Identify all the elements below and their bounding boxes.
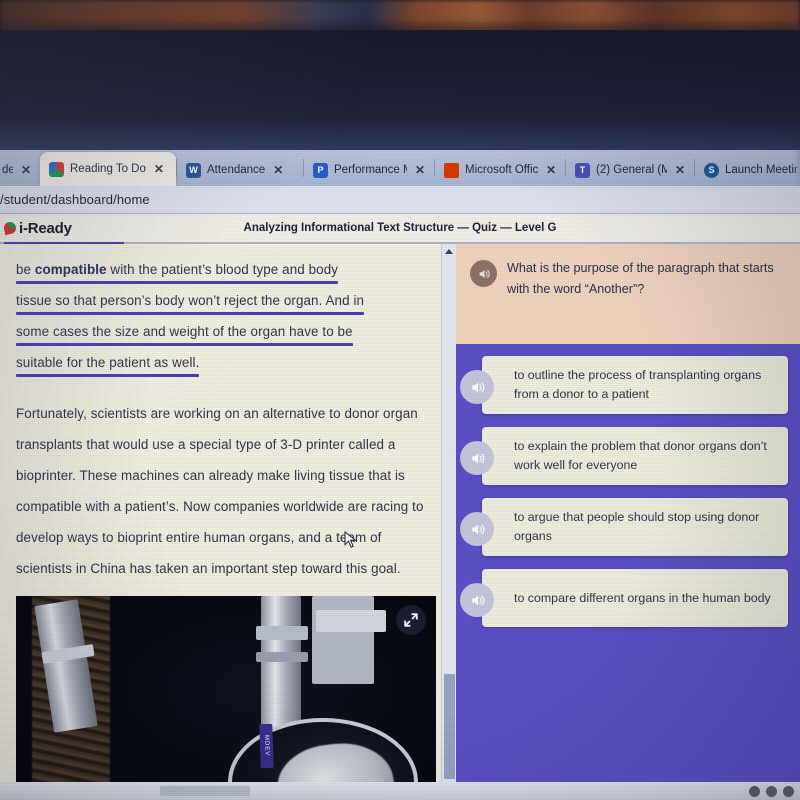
- printer-gantry-bracket: [316, 610, 386, 632]
- word-icon: W: [186, 162, 201, 178]
- expand-icon[interactable]: [396, 605, 426, 635]
- tab-label: Microsoft Offic: [465, 164, 538, 176]
- scroll-up-arrow-icon[interactable]: [445, 249, 453, 254]
- browser-tab-launch-meeting[interactable]: S Launch Meetin: [695, 154, 800, 186]
- answer-option-4[interactable]: to compare different organs in the human…: [460, 569, 788, 627]
- browser-window: de ✕ Reading To Do ✕ W Attendance ✕ P Pe…: [0, 150, 800, 792]
- bioprinter-figure[interactable]: MDEV: [16, 596, 436, 792]
- printer-brand-label: MDEV: [259, 723, 274, 769]
- printer-collar-right-lower: [256, 652, 308, 662]
- globe-icon: S: [704, 162, 719, 178]
- taskbar-icon-1[interactable]: [749, 785, 760, 797]
- quiz-pane: What is the purpose of the paragraph tha…: [456, 244, 800, 792]
- tab-close-icon[interactable]: ✕: [19, 163, 33, 177]
- question-text: What is the purpose of the paragraph tha…: [507, 261, 774, 296]
- taskbar-search[interactable]: [160, 786, 250, 796]
- tab-close-icon[interactable]: ✕: [152, 162, 166, 176]
- scrollbar-thumb[interactable]: [444, 674, 455, 779]
- mouse-cursor: [344, 530, 358, 549]
- speaker-icon[interactable]: [460, 370, 494, 404]
- quiz-title: Analyzing Informational Text Structure —…: [243, 222, 557, 234]
- browser-tab-microsoft-office[interactable]: Microsoft Offic ✕: [435, 154, 565, 186]
- answer-option-2[interactable]: to explain the problem that donor organs…: [460, 427, 788, 485]
- speaker-icon[interactable]: [460, 583, 494, 617]
- teams-icon: T: [575, 162, 590, 178]
- line1-pre: be: [16, 262, 35, 277]
- tabstrip-edge-fade: [794, 150, 800, 186]
- speaker-icon[interactable]: [460, 512, 494, 546]
- highlighted-line-2: tissue so that person’s body won’t rejec…: [16, 293, 365, 308]
- tab-close-icon[interactable]: ✕: [271, 163, 285, 177]
- address-bar[interactable]: /student/dashboard/home: [0, 186, 800, 214]
- brand-label: i-Ready: [19, 219, 72, 237]
- photo-of-screen: de ✕ Reading To Do ✕ W Attendance ✕ P Pe…: [0, 0, 800, 800]
- speaker-icon[interactable]: [470, 260, 497, 287]
- answer-option-text: to argue that people should stop using d…: [514, 510, 760, 543]
- answer-options-list: to outline the process of transplanting …: [456, 344, 800, 639]
- tab-label: (2) General (M: [596, 164, 667, 176]
- browser-tab-performance[interactable]: P Performance M ✕: [304, 154, 434, 186]
- highlighted-line-3: some cases the size and weight of the or…: [16, 324, 353, 339]
- tab-label: Reading To Do: [70, 163, 146, 175]
- iready-cube-icon: [49, 161, 64, 177]
- taskbar-icon-2[interactable]: [766, 785, 777, 797]
- browser-tab-general-teams[interactable]: T (2) General (M ✕: [566, 154, 694, 186]
- screen-glow: [0, 120, 800, 154]
- answer-option-text: to explain the problem that donor organs…: [514, 439, 767, 472]
- passage-paragraph-1: be compatible with the patient’s blood t…: [16, 254, 438, 378]
- reading-pane-scrollbar[interactable]: [441, 244, 456, 792]
- reading-passage-pane: be compatible with the patient’s blood t…: [0, 244, 456, 792]
- browser-tab-attendance[interactable]: W Attendance ✕: [177, 154, 303, 186]
- office-icon: [444, 162, 459, 178]
- answer-option-1[interactable]: to outline the process of transplanting …: [460, 356, 788, 414]
- taskbar-icon-3[interactable]: [783, 785, 794, 797]
- browser-tab-strip: de ✕ Reading To Do ✕ W Attendance ✕ P Pe…: [0, 150, 800, 186]
- powerpoint-icon: P: [313, 162, 328, 178]
- question-block: What is the purpose of the paragraph tha…: [456, 244, 800, 344]
- tab-close-icon[interactable]: ✕: [413, 163, 427, 177]
- iready-app-header: i-Ready Analyzing Informational Text Str…: [0, 214, 800, 244]
- browser-tab-0[interactable]: de ✕: [0, 154, 40, 186]
- line1-post: with the patient’s blood type and body: [106, 262, 339, 277]
- highlighted-line-1: be compatible with the patient’s blood t…: [16, 262, 338, 277]
- tab-label: Performance M: [334, 164, 407, 176]
- browser-tab-reading-to-do[interactable]: Reading To Do ✕: [40, 152, 176, 186]
- iready-leaf-icon: [4, 222, 16, 234]
- printer-collar-right-upper: [256, 626, 308, 640]
- answer-option-text: to compare different organs in the human…: [514, 590, 771, 605]
- tab-label: Launch Meetin: [725, 164, 798, 176]
- highlighted-line-4: suitable for the patient as well.: [16, 355, 200, 370]
- iready-logo[interactable]: i-Ready: [0, 220, 72, 237]
- speaker-icon[interactable]: [460, 441, 494, 475]
- tab-label: Attendance: [207, 164, 266, 176]
- tab-close-icon[interactable]: ✕: [673, 163, 687, 177]
- answer-option-text: to outline the process of transplanting …: [514, 368, 762, 401]
- lesson-body: be compatible with the patient’s blood t…: [0, 244, 800, 792]
- vocab-word-compatible[interactable]: compatible: [35, 262, 107, 277]
- tab-label: de: [2, 164, 13, 176]
- os-taskbar[interactable]: [0, 782, 800, 800]
- tab-close-icon[interactable]: ✕: [544, 163, 558, 177]
- answer-option-3[interactable]: to argue that people should stop using d…: [460, 498, 788, 556]
- passage-paragraph-2: Fortunately, scientists are working on a…: [16, 406, 424, 576]
- address-bar-url: /student/dashboard/home: [0, 192, 150, 207]
